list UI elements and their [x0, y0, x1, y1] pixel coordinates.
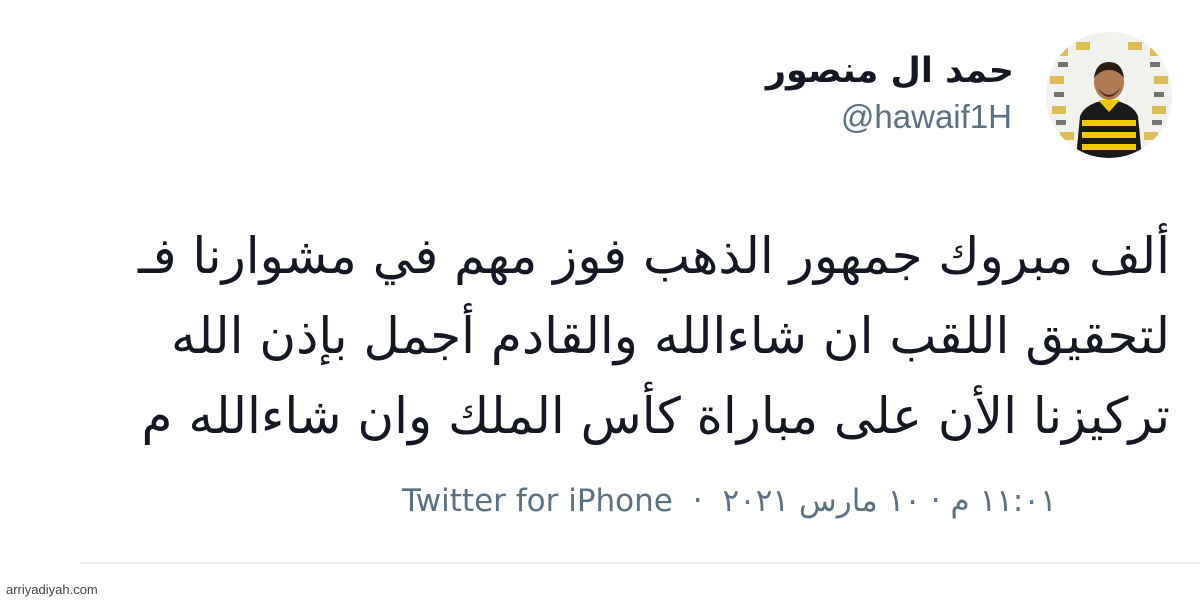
tweet-text-line: تركيزنا الأن على مباراة كأس الملك وان شا…	[141, 387, 1170, 445]
meta-separator: ·	[692, 482, 703, 519]
avatar-photo-icon	[1046, 32, 1172, 158]
site-watermark: arriyadiyah.com	[6, 582, 98, 597]
author-handle[interactable]: @hawaif1H	[841, 96, 1012, 138]
author-display-name[interactable]: حمد ال منصور	[766, 48, 1014, 94]
tweet-text-line: ألف مبروك جمهور الذهب فوز مهم في مشوارنا…	[137, 227, 1170, 285]
tweet-card: حمد ال منصور @hawaif1H ألف مبروك جمهور ا…	[0, 0, 1200, 603]
tweet-metadata: Twitter for iPhone · ١١:٠١ م · ١٠ مارس ٢…	[402, 477, 1057, 523]
profile-avatar[interactable]	[1046, 32, 1172, 158]
tweet-text-line: لتحقيق اللقب ان شاءالله والقادم أجمل بإذ…	[171, 307, 1170, 365]
tweet-source[interactable]: Twitter for iPhone	[402, 479, 673, 523]
tweet-text: ألف مبروك جمهور الذهب فوز مهم في مشوارنا…	[0, 216, 1170, 456]
tweet-timestamp[interactable]: ١١:٠١ م · ١٠ مارس ٢٠٢١	[722, 479, 1056, 523]
divider	[80, 562, 1200, 564]
